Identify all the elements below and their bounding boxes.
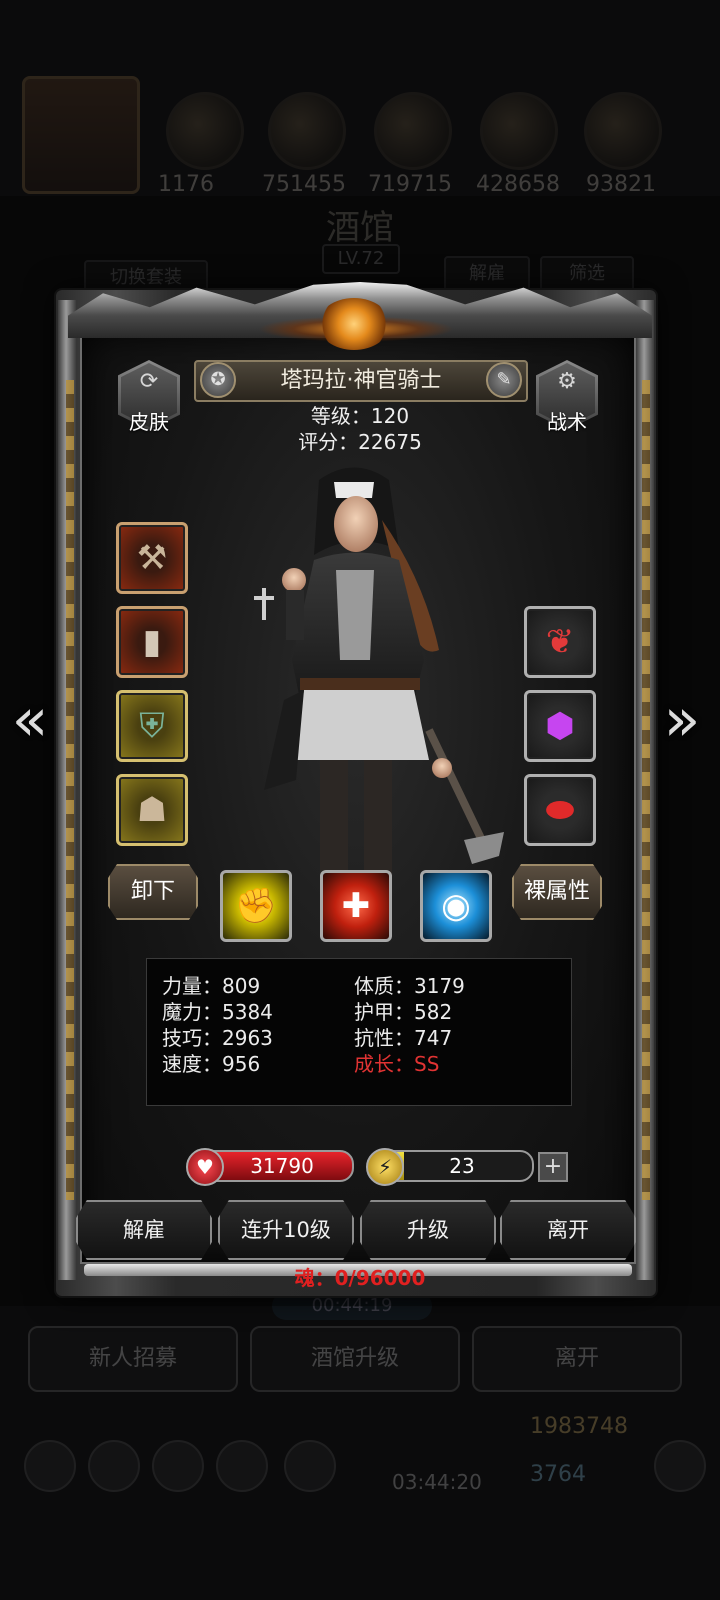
equip-slot-weapon[interactable]: ⚒ [116,522,188,594]
nav-icon[interactable] [216,1440,268,1492]
player-portrait[interactable] [22,76,140,194]
frame-ornament [66,380,74,1200]
eye-icon: ◉ [441,886,471,926]
unequip-button[interactable]: 卸下 [108,864,198,920]
previous-hero-arrow-icon[interactable]: « [10,680,50,760]
recruit-button[interactable]: 新人招募 [28,1326,238,1392]
attr-skill: 技巧：2963 [162,1026,273,1050]
gear-icon: ⚙ [557,369,577,394]
attr-armor: 护甲：582 [354,1000,453,1024]
hero-level: 等级：120 [310,404,410,428]
add-energy-button[interactable]: + [538,1152,568,1182]
nav-icon[interactable] [88,1440,140,1492]
tavern-upgrade-button[interactable]: 酒馆升级 [250,1326,460,1392]
attr-magic: 魔力：5384 [162,1000,273,1024]
purple-gem-icon: ⬢ [545,706,575,746]
amulet-icon: ❦ [545,622,575,662]
equip-slot-amulet[interactable]: ❦ [524,606,596,678]
resource-icon [584,92,662,170]
equip-slot-armor[interactable]: ▮ [116,606,188,678]
frame-ornament [642,380,650,1200]
mask-icon: ☗ [136,790,168,830]
mace-icon: ⚒ [136,538,168,578]
upgrade-button[interactable]: 升级 [360,1200,496,1260]
shield-icon: ⛨ [139,706,165,746]
skill-slot[interactable]: ✚ [320,870,392,942]
red-stone-icon: ⬬ [545,790,575,830]
nav-icon[interactable] [152,1440,204,1492]
skill-slot[interactable]: ◉ [420,870,492,942]
resource-count: 751455 [262,172,346,197]
badge-icon[interactable]: ✪ [200,362,236,398]
resource-count: 719715 [368,172,452,197]
nav-icon[interactable] [24,1440,76,1492]
heart-icon: ♥ [186,1148,224,1186]
resource-count: 93821 [586,172,656,197]
leave-button[interactable]: 离开 [500,1200,636,1260]
resource-icon [480,92,558,170]
hero-figure [254,467,504,875]
resource-icon [166,92,244,170]
sun-emblem-icon [318,298,390,350]
attr-strength: 力量：809 [162,974,261,998]
equip-slot-gem[interactable]: ⬢ [524,690,596,762]
next-hero-arrow-icon[interactable]: » [662,680,702,760]
equip-slot-helmet[interactable]: ☗ [116,774,188,846]
equip-slot-ring[interactable]: ⬬ [524,774,596,846]
heal-cross-icon: ✚ [341,886,371,926]
resource-icon [374,92,452,170]
upgrade-10-button[interactable]: 连升10级 [218,1200,354,1260]
fist-icon: ✊ [234,886,278,926]
energy-value: 23 [449,1154,475,1178]
rename-pencil-icon[interactable]: ✎ [486,362,522,398]
dismiss-button[interactable]: 解雇 [76,1200,212,1260]
refresh-shirt-icon: ⟳ [139,369,159,394]
hero-name: 塔玛拉·神官骑士 [280,368,442,393]
bg-leave-button[interactable]: 离开 [472,1326,682,1392]
skill-slot[interactable]: ✊ [220,870,292,942]
resource-icon [268,92,346,170]
attr-growth: 成长：SS [354,1052,440,1076]
lightning-icon: ⚡ [366,1148,404,1186]
resource-count: 428658 [476,172,560,197]
naked-attributes-button[interactable]: 裸属性 [512,864,602,920]
equip-slot-shield[interactable]: ⛨ [116,690,188,762]
chest-timer: 03:44:20 [392,1470,482,1494]
attr-constitution: 体质：3179 [354,974,465,998]
gold-count: 1983748 [530,1414,628,1439]
nav-icon[interactable] [654,1440,706,1492]
hp-value: 31790 [250,1154,314,1178]
hero-score: 评分：22675 [298,430,422,454]
soul-counter: 魂：0/96000 [294,1266,426,1290]
nav-icon[interactable] [284,1440,336,1492]
armor-icon: ▮ [142,622,162,662]
attr-speed: 速度：956 [162,1052,261,1076]
hero-name-plate: 塔玛拉·神官骑士 [194,360,528,402]
gem-count: 3764 [530,1462,586,1487]
resource-count: 1176 [158,172,214,197]
attr-resistance: 抗性：747 [354,1026,453,1050]
